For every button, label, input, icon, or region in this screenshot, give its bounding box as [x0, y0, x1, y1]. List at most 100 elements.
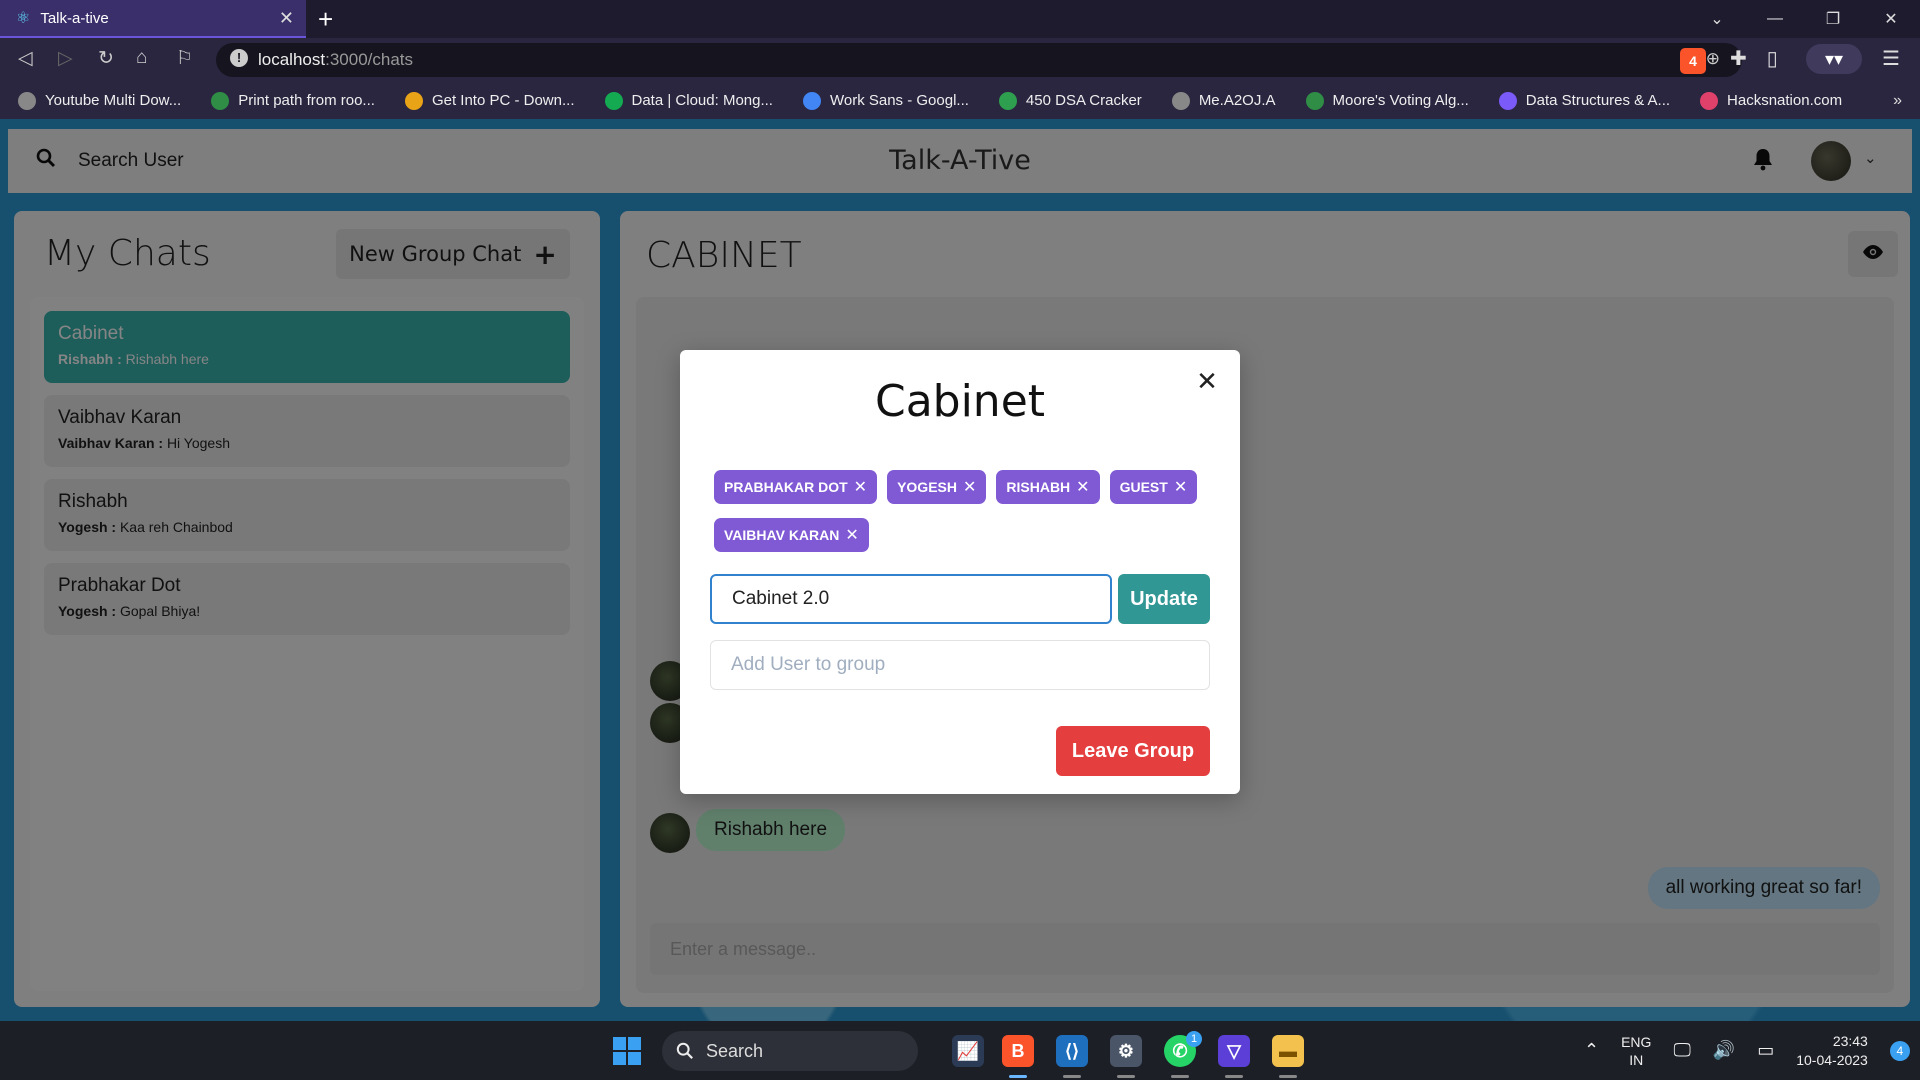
reload-icon[interactable]: ↻: [98, 47, 114, 70]
active-app-indicator: [1009, 1075, 1027, 1078]
settings-gear-icon[interactable]: ⚙: [1110, 1035, 1142, 1067]
running-app-indicator: [1225, 1075, 1243, 1078]
windows-start-icon[interactable]: [613, 1037, 641, 1065]
bookmark-item[interactable]: Print path from roo...: [211, 91, 375, 110]
minimize-icon[interactable]: —: [1746, 10, 1804, 28]
url-path: :3000/chats: [325, 50, 414, 69]
member-chip: VAIBHAV KARAN ✕: [714, 518, 869, 552]
bookmark-label: 450 DSA Cracker: [1025, 92, 1142, 109]
member-chip-label: PRABHAKAR DOT: [724, 479, 848, 495]
volume-icon[interactable]: 🔊: [1713, 1040, 1735, 1061]
running-app-indicator: [1117, 1075, 1135, 1078]
tab-search-chevron-icon[interactable]: ⌄: [1688, 9, 1746, 29]
browser-menu-icon[interactable]: ☰: [1882, 46, 1900, 71]
bookmarks-overflow-icon[interactable]: »: [1893, 92, 1902, 110]
tab-title: Talk-a-tive: [40, 9, 109, 27]
bookmark-item[interactable]: Youtube Multi Dow...: [18, 91, 182, 110]
extension-icons: ✚ ▯: [1730, 46, 1778, 71]
restore-icon[interactable]: ❐: [1804, 9, 1862, 29]
bookmark-label: Data | Cloud: Mong...: [631, 92, 773, 109]
search-icon: [676, 1042, 693, 1059]
file-explorer-icon[interactable]: ▬: [1272, 1035, 1304, 1067]
new-tab-icon[interactable]: +: [318, 4, 333, 35]
window-controls: ⌄ — ❐ ✕: [1688, 0, 1920, 38]
taskbar-search-label: Search: [706, 1040, 764, 1061]
running-app-indicator: [1063, 1075, 1081, 1078]
language-code: ENG: [1621, 1033, 1652, 1050]
chevron-up-icon[interactable]: ⌃: [1584, 1040, 1599, 1061]
close-window-icon[interactable]: ✕: [1862, 9, 1920, 29]
member-chip-label: YOGESH: [897, 479, 957, 495]
leave-group-button[interactable]: Leave Group: [1056, 726, 1210, 776]
url-field[interactable]: ! localhost:3000/chats ⊕: [216, 43, 1742, 77]
notification-count-badge[interactable]: 4: [1889, 1040, 1910, 1061]
bookmark-label: Print path from roo...: [238, 92, 375, 109]
brave-shield-icon[interactable]: 4: [1680, 48, 1706, 74]
member-chips: PRABHAKAR DOT ✕ YOGESH ✕ RISHABH ✕ GUEST ✕ VAIBH…: [714, 470, 1214, 552]
check-badge-icon: [1498, 91, 1517, 110]
add-user-input[interactable]: [710, 640, 1210, 690]
modal-title: Cabinet: [874, 376, 1046, 427]
member-chip-label: RISHABH: [1006, 479, 1071, 495]
brave-browser-icon[interactable]: B: [1002, 1035, 1034, 1067]
clock-time: 23:43: [1832, 1032, 1868, 1049]
bookmark-label: Me.A2OJ.A: [1198, 92, 1276, 109]
bookmark-item[interactable]: Moore's Voting Alg...: [1305, 91, 1469, 110]
clock[interactable]: 23:43 10-04-2023: [1796, 1032, 1868, 1070]
sheet-icon: [998, 91, 1017, 110]
globe-icon: [18, 91, 36, 110]
home-icon[interactable]: ⌂: [136, 47, 147, 69]
react-favicon-icon: ⚛: [16, 10, 31, 27]
running-app-indicator: [1279, 1075, 1297, 1078]
update-group-modal: Cabinet ✕ PRABHAKAR DOT ✕ YOGESH ✕ RISHABH ✕ G…: [680, 350, 1240, 794]
member-chip: GUEST ✕: [1109, 470, 1198, 504]
member-chip-label: GUEST: [1119, 479, 1168, 495]
bookmark-icon[interactable]: ⚐: [176, 47, 193, 70]
remove-member-icon[interactable]: ✕: [1174, 477, 1187, 497]
bookmark-item[interactable]: Data Structures & A...: [1498, 91, 1671, 110]
bookmark-label: Moore's Voting Alg...: [1332, 92, 1469, 109]
battery-icon[interactable]: ▭: [1757, 1040, 1774, 1061]
whatsapp-badge: 1: [1186, 1031, 1202, 1047]
task-manager-icon[interactable]: 📈: [952, 1035, 984, 1067]
network-icon[interactable]: 🖵: [1673, 1040, 1690, 1061]
remove-member-icon[interactable]: ✕: [1076, 477, 1089, 497]
sidebar-icon[interactable]: ▯: [1767, 46, 1778, 71]
remove-member-icon[interactable]: ✕: [963, 477, 976, 497]
rename-group-input[interactable]: [710, 574, 1112, 624]
bookmark-item[interactable]: Get Into PC - Down...: [404, 91, 575, 110]
bookmark-label: Data Structures & A...: [1525, 92, 1671, 109]
member-chip-label: VAIBHAV KARAN: [724, 527, 840, 543]
update-button[interactable]: Update: [1118, 574, 1210, 624]
bookmark-item[interactable]: Hacksnation.com: [1700, 91, 1842, 110]
proton-vpn-icon[interactable]: ▽: [1218, 1035, 1250, 1067]
bookmark-item[interactable]: Work Sans - Googl...: [802, 91, 969, 110]
vscode-icon[interactable]: ⟨⟩: [1056, 1035, 1088, 1067]
remove-member-icon[interactable]: ✕: [845, 525, 858, 545]
member-chip: PRABHAKAR DOT ✕: [714, 470, 878, 504]
tab-close-icon[interactable]: ✕: [279, 8, 294, 29]
bookmark-label: Work Sans - Googl...: [829, 92, 969, 109]
member-chip: YOGESH ✕: [887, 470, 987, 504]
extensions-puzzle-icon[interactable]: ✚: [1730, 46, 1747, 71]
taskbar-search[interactable]: Search: [662, 1031, 918, 1071]
browser-profile-icon[interactable]: ▾▾: [1806, 44, 1862, 74]
language-indicator[interactable]: ENG IN: [1621, 1033, 1651, 1069]
forward-icon[interactable]: ▷: [58, 47, 73, 70]
gfg-icon: [1305, 91, 1324, 110]
google-fonts-icon: [802, 91, 821, 110]
site-info-icon[interactable]: !: [230, 49, 248, 67]
close-icon[interactable]: ✕: [1192, 366, 1222, 396]
remove-member-icon[interactable]: ✕: [854, 477, 867, 497]
back-icon[interactable]: ◁: [18, 47, 33, 70]
bookmark-label: Get Into PC - Down...: [431, 92, 575, 109]
bookmark-label: Youtube Multi Dow...: [45, 92, 182, 109]
bookmarks-bar: Youtube Multi Dow... Print path from roo.…: [0, 82, 1920, 119]
zoom-icon[interactable]: ⊕: [1706, 49, 1720, 69]
bookmark-item[interactable]: Data | Cloud: Mong...: [604, 91, 773, 110]
windows-taskbar: Search 📈 B ⟨⟩ ⚙ ✆ 1 ▽ ▬ ⌃ ENG IN 🖵 🔊 ▭ 2…: [0, 1021, 1920, 1080]
browser-tab[interactable]: ⚛ Talk-a-tive ✕: [0, 0, 306, 38]
bookmark-item[interactable]: Me.A2OJ.A: [1171, 91, 1276, 110]
bookmark-item[interactable]: 450 DSA Cracker: [998, 91, 1142, 110]
member-chip: RISHABH ✕: [996, 470, 1100, 504]
